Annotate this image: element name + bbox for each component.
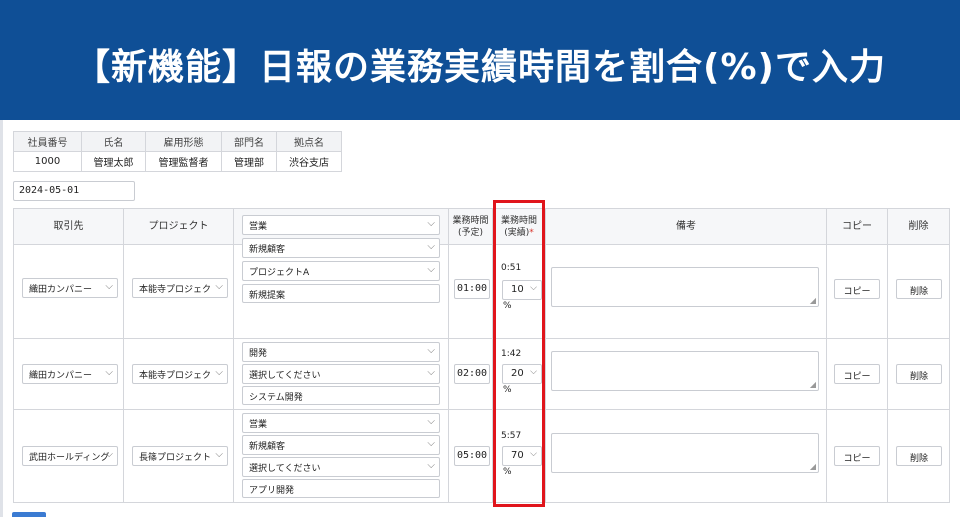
daily-report-panel: 社員番号 氏名 雇用形態 部門名 拠点名 1000 管理太郎 管理監督者 管理部…: [3, 120, 960, 517]
bottom-tab-indicator: [12, 512, 46, 517]
header-banner: 【新機能】日報の業務実績時間を割合(%)で入力: [0, 0, 960, 120]
client-select[interactable]: 織田カンパニー ⌵: [22, 364, 118, 384]
memo-column-header: 備考: [676, 220, 696, 232]
planned-time-value: 05:00: [454, 446, 490, 466]
project-select[interactable]: 本能寺プロジェク ⌵: [132, 278, 228, 298]
task-category-select[interactable]: 開発 ⌵: [242, 342, 440, 362]
chevron-down-icon: ⌵: [215, 367, 223, 378]
employment-type-header: 雇用形態: [145, 131, 222, 152]
branch-header: 拠点名: [276, 131, 342, 152]
task-type-value: 新規顧客: [249, 442, 286, 452]
task-note-input[interactable]: 新規提案: [242, 284, 440, 303]
task-detail-value: 選択してください: [249, 464, 321, 474]
task-category-value: 営業: [249, 222, 268, 232]
planned-header-line2: (予定): [457, 227, 483, 238]
chevron-down-icon: ⌵: [427, 264, 435, 275]
employee-info-table: 社員番号 氏名 雇用形態 部門名 拠点名 1000 管理太郎 管理監督者 管理部…: [13, 131, 342, 172]
task-detail-select[interactable]: プロジェクトA ⌵: [242, 261, 440, 281]
task-type-select[interactable]: 新規顧客 ⌵: [242, 238, 440, 258]
employee-name: 管理太郎: [81, 151, 146, 172]
chevron-down-icon: ⌵: [427, 241, 435, 252]
department: 管理部: [221, 151, 277, 172]
project-select-value: 本能寺プロジェク: [139, 371, 212, 381]
project-select-value: 本能寺プロジェク: [139, 285, 212, 295]
task-detail-select[interactable]: 選択してください ⌵: [242, 457, 440, 477]
client-select-value: 織田カンパニー: [29, 285, 93, 295]
resize-grip-icon[interactable]: ◢: [810, 296, 816, 305]
copy-button[interactable]: コピー: [834, 446, 880, 466]
planned-time-value: 01:00: [454, 279, 490, 299]
client-select-value: 武田ホールディング: [29, 453, 110, 463]
client-select[interactable]: 織田カンパニー ⌵: [22, 278, 118, 298]
employee-name-header: 氏名: [81, 131, 146, 152]
column-divider: [826, 209, 827, 502]
chevron-down-icon: ⌵: [427, 367, 435, 378]
task-type-value: 新規顧客: [249, 245, 286, 255]
client-column-header: 取引先: [53, 220, 84, 232]
row-divider: [14, 409, 949, 410]
delete-button[interactable]: 削除: [896, 364, 942, 384]
report-grid: 取引先 プロジェクト 業務* 業務時間(予定) 業務時間(実績)* 備考 コピー…: [13, 208, 950, 503]
delete-column-header: 削除: [908, 220, 929, 232]
chevron-down-icon: ⌵: [427, 460, 435, 471]
client-select[interactable]: 武田ホールディング ⌵: [22, 446, 118, 466]
delete-button[interactable]: 削除: [896, 279, 942, 299]
memo-textarea[interactable]: ◢: [551, 433, 819, 473]
copy-column-header: コピー: [842, 220, 872, 232]
column-divider: [123, 209, 124, 502]
task-category-select[interactable]: 営業 ⌵: [242, 413, 440, 433]
column-divider: [887, 209, 888, 502]
column-divider: [448, 209, 449, 502]
column-divider: [233, 209, 234, 502]
task-category-value: 開発: [249, 349, 268, 359]
chevron-down-icon: ⌵: [215, 449, 223, 460]
project-select[interactable]: 長篠プロジェクト ⌵: [132, 446, 228, 466]
memo-textarea[interactable]: ◢: [551, 267, 819, 307]
copy-button[interactable]: コピー: [834, 364, 880, 384]
chevron-down-icon: ⌵: [105, 449, 113, 460]
planned-time-column-header: 業務時間 (予定): [449, 209, 492, 244]
date-input[interactable]: 2024-05-01: [13, 181, 135, 201]
delete-button[interactable]: 削除: [896, 446, 942, 466]
client-select-value: 織田カンパニー: [29, 371, 93, 381]
planned-time-value: 02:00: [454, 364, 490, 384]
memo-textarea[interactable]: ◢: [551, 351, 819, 391]
chevron-down-icon: ⌵: [105, 281, 113, 292]
employee-id-header: 社員番号: [13, 131, 82, 152]
row-divider: [14, 338, 949, 339]
department-header: 部門名: [221, 131, 277, 152]
task-detail-value: プロジェクトA: [249, 268, 310, 278]
row-divider: [14, 244, 949, 245]
planned-header-line1: 業務時間: [452, 215, 489, 226]
employee-id: 1000: [13, 151, 82, 172]
task-note-input[interactable]: システム開発: [242, 386, 440, 405]
task-type-select[interactable]: 新規顧客 ⌵: [242, 435, 440, 455]
chevron-down-icon: ⌵: [215, 281, 223, 292]
task-type-value: 選択してください: [249, 371, 321, 381]
column-divider: [545, 209, 546, 502]
resize-grip-icon[interactable]: ◢: [810, 380, 816, 389]
task-category-select[interactable]: 営業 ⌵: [242, 215, 440, 235]
chevron-down-icon: ⌵: [427, 218, 435, 229]
branch: 渋谷支店: [276, 151, 342, 172]
content-area: 社員番号 氏名 雇用形態 部門名 拠点名 1000 管理太郎 管理監督者 管理部…: [0, 120, 960, 517]
actual-time-highlight-box: [493, 200, 545, 507]
copy-button[interactable]: コピー: [834, 279, 880, 299]
project-select-value: 長篠プロジェクト: [139, 453, 212, 463]
project-select[interactable]: 本能寺プロジェク ⌵: [132, 364, 228, 384]
banner-title: 【新機能】日報の業務実績時間を割合(%)で入力: [74, 47, 886, 88]
task-note-input[interactable]: アプリ開発: [242, 479, 440, 498]
resize-grip-icon[interactable]: ◢: [810, 462, 816, 471]
task-category-value: 営業: [249, 420, 268, 430]
project-column-header: プロジェクト: [148, 220, 209, 232]
chevron-down-icon: ⌵: [105, 367, 113, 378]
employment-type: 管理監督者: [145, 151, 222, 172]
chevron-down-icon: ⌵: [427, 438, 435, 449]
chevron-down-icon: ⌵: [427, 345, 435, 356]
chevron-down-icon: ⌵: [427, 416, 435, 427]
task-type-select[interactable]: 選択してください ⌵: [242, 364, 440, 384]
